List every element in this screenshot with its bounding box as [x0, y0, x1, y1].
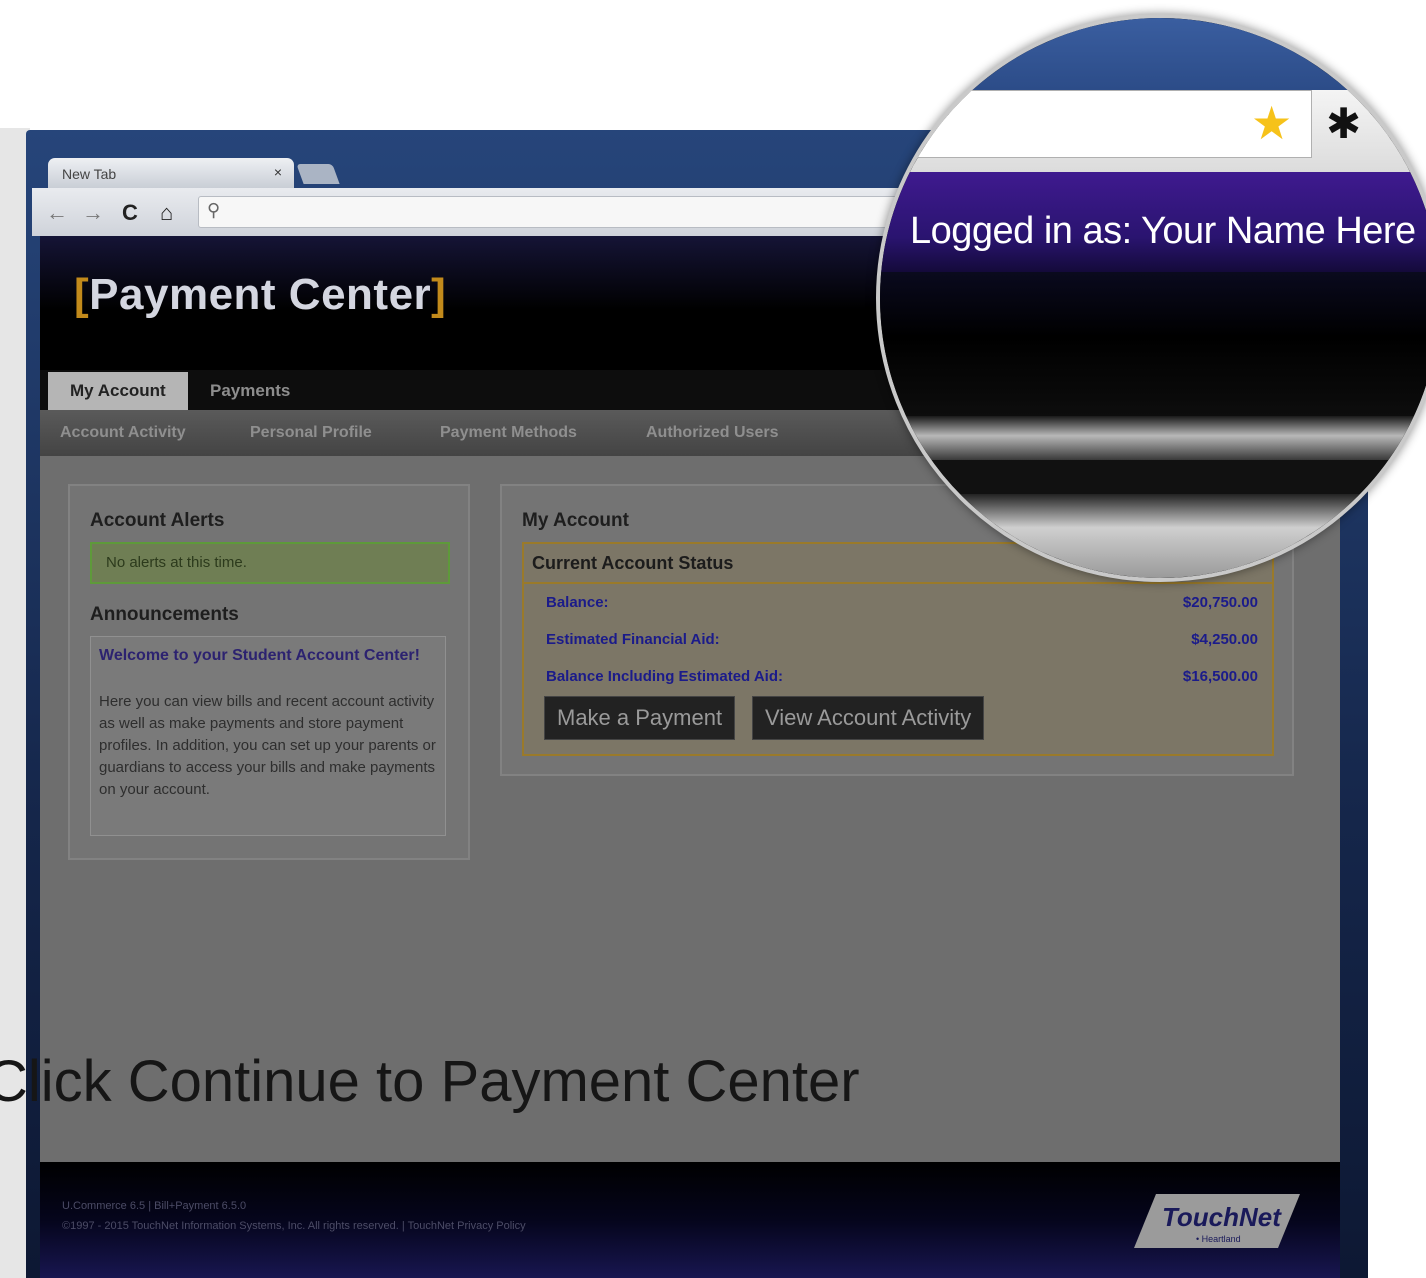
my-account-heading: My Account: [522, 510, 629, 531]
balance-after-aid-label: Balance Including Estimated Aid:: [546, 668, 783, 685]
alert-message: No alerts at this time.: [106, 554, 247, 571]
bracket-close: ]: [431, 270, 447, 319]
tab-payments[interactable]: Payments: [188, 372, 312, 410]
make-payment-button[interactable]: Make a Payment: [544, 696, 736, 740]
financial-aid-label: Estimated Financial Aid:: [546, 631, 720, 648]
subnav-payment-methods[interactable]: Payment Methods: [440, 424, 577, 442]
status-heading: Current Account Status: [532, 553, 734, 573]
reload-icon[interactable]: C: [122, 200, 138, 226]
announcement-body: Here you can view bills and recent accou…: [99, 693, 436, 798]
zoom-window-frame: [880, 18, 1426, 90]
logo-name: TouchNet: [1162, 1202, 1282, 1232]
tab-my-account[interactable]: My Account: [48, 372, 188, 410]
touchnet-logo: TouchNet • Heartland: [1134, 1194, 1300, 1248]
view-account-activity-button[interactable]: View Account Activity: [752, 696, 985, 740]
app-title: [Payment Center]: [74, 270, 446, 320]
tab-close-icon[interactable]: ×: [274, 164, 282, 180]
back-icon[interactable]: ←: [46, 200, 68, 226]
zoom-address-bar: ★: [880, 90, 1312, 158]
zoom-sheen-lower: [880, 494, 1426, 578]
financial-aid-value: $4,250.00: [1191, 631, 1258, 648]
balance-label: Balance:: [546, 594, 609, 611]
footer-version: U.Commerce 6.5 | Bill+Payment 6.5.0: [62, 1200, 247, 1212]
zoom-toolbar: ★ ✱: [880, 90, 1426, 172]
home-icon[interactable]: ⌂: [160, 200, 173, 226]
footer-copyright: ©1997 - 2015 TouchNet Information System…: [62, 1220, 526, 1232]
subnav-personal-profile[interactable]: Personal Profile: [250, 424, 372, 442]
instruction-text: Click Continue to Payment Center: [0, 1049, 860, 1114]
app-title-text: Payment Center: [89, 270, 432, 319]
tab-title: New Tab: [62, 166, 117, 182]
zoom-header-dark: [880, 272, 1426, 416]
bookmark-star-icon[interactable]: ★: [1251, 95, 1292, 151]
alert-message-box: No alerts at this time.: [90, 542, 450, 584]
announcement-title: Welcome to your Student Account Center!: [99, 647, 420, 664]
zoom-band: [880, 460, 1426, 494]
search-icon: ⚲: [207, 200, 221, 220]
balance-after-aid-value: $16,500.00: [1182, 668, 1258, 685]
logged-in-user: Logged in as: Your Name Here: [910, 210, 1416, 252]
announcements-heading: Announcements: [90, 604, 239, 625]
announcement-box: Welcome to your Student Account Center! …: [90, 636, 446, 836]
logo-subtitle: • Heartland: [1196, 1234, 1241, 1244]
bracket-open: [: [74, 270, 90, 319]
alerts-panel: Account Alerts No alerts at this time. A…: [68, 484, 470, 860]
forward-icon[interactable]: →: [82, 200, 104, 226]
subnav-account-activity[interactable]: Account Activity: [60, 424, 186, 442]
page-footer: U.Commerce 6.5 | Bill+Payment 6.5.0 ©199…: [40, 1162, 1340, 1278]
alerts-heading: Account Alerts: [90, 510, 225, 531]
zoom-sheen: [880, 416, 1426, 460]
balance-value: $20,750.00: [1182, 594, 1258, 611]
browser-tab[interactable]: New Tab ×: [48, 158, 294, 188]
subnav-authorized-users[interactable]: Authorized Users: [646, 424, 778, 442]
zoom-magnifier: ★ ✱ Logged in as: Your Name Here: [876, 14, 1426, 582]
zoom-user-bar: Logged in as: Your Name Here: [880, 172, 1426, 272]
settings-gear-icon[interactable]: ✱: [1326, 96, 1361, 152]
new-tab-button[interactable]: [296, 164, 340, 184]
